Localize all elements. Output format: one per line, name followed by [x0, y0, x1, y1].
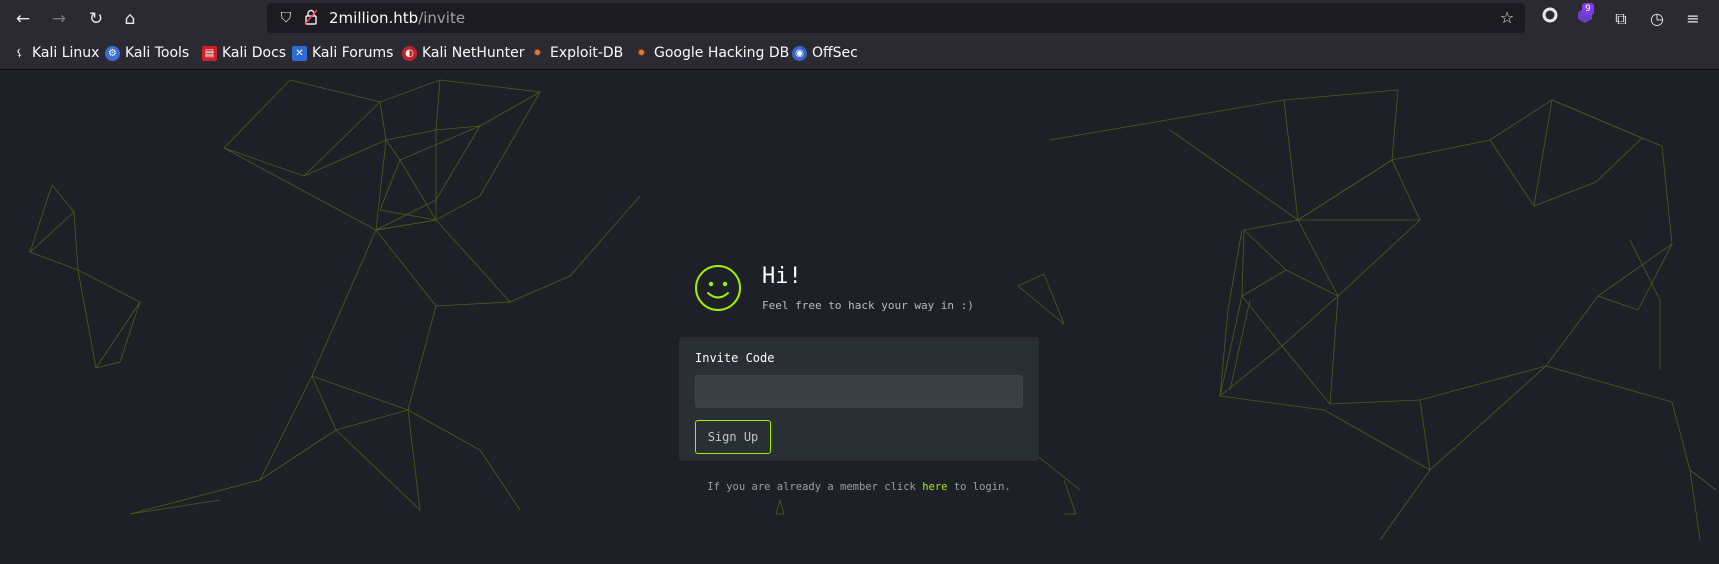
- login-prompt-prefix: If you are already a member click: [707, 481, 923, 493]
- url-host: 2million.htb: [329, 9, 419, 27]
- kali-dragon-icon: ⚸: [15, 47, 24, 59]
- bookmark-kali-linux[interactable]: ⚸ Kali Linux: [12, 44, 100, 62]
- bookmark-label: Kali Tools: [125, 45, 190, 61]
- bookmark-star-icon[interactable]: ☆: [1497, 8, 1517, 28]
- kali-forums-icon: ✕: [292, 45, 307, 61]
- bookmark-label: Kali Linux: [32, 45, 100, 61]
- bookmark-label: Kali Docs: [222, 45, 287, 61]
- hero-greeting: Hi! Feel free to hack your way in :): [694, 264, 1074, 324]
- invite-code-input[interactable]: [695, 375, 1023, 408]
- page-title: Hi!: [762, 264, 802, 289]
- invite-code-label: Invite Code: [695, 351, 775, 365]
- tracking-shield-icon[interactable]: ⛉: [277, 9, 295, 27]
- notification-badge: 9: [1582, 3, 1594, 15]
- sign-up-button[interactable]: Sign Up: [695, 420, 771, 454]
- page-content: Hi! Feel free to hack your way in :) Inv…: [0, 70, 1719, 564]
- bookmark-exploit-db[interactable]: ✹ Exploit-DB: [530, 44, 623, 62]
- back-arrow-icon[interactable]: ←: [10, 6, 36, 32]
- smiley-face-icon: [695, 265, 741, 311]
- forward-arrow-icon[interactable]: →: [46, 6, 72, 32]
- bookmark-kali-forums[interactable]: ✕ Kali Forums: [292, 44, 393, 62]
- bookmark-kali-tools[interactable]: ⚙ Kali Tools: [105, 44, 189, 62]
- bookmark-kali-nethunter[interactable]: ◐ Kali NetHunter: [402, 44, 524, 62]
- url-text[interactable]: 2million.htb/invite: [329, 9, 465, 27]
- kali-nethunter-icon: ◐: [402, 45, 417, 61]
- extensions-puzzle-icon[interactable]: ⧉: [1608, 6, 1634, 32]
- address-bar[interactable]: ⛉ 2million.htb/invite ☆: [267, 3, 1525, 33]
- bookmarks-bar: ⚸ Kali Linux ⚙ Kali Tools ▤ Kali Docs ✕ Kali…: [0, 36, 1719, 70]
- bookmark-label: Google Hacking DB: [654, 45, 790, 61]
- bookmark-google-hacking-db[interactable]: ✹ Google Hacking DB: [634, 44, 789, 62]
- insecure-lock-icon[interactable]: [302, 9, 320, 27]
- login-prompt-suffix: to login.: [947, 481, 1011, 493]
- url-path: /invite: [418, 9, 466, 27]
- exploit-db-icon: ✹: [533, 47, 542, 59]
- page-subtitle: Feel free to hack your way in :): [762, 299, 974, 312]
- bookmark-label: OffSec: [812, 45, 858, 61]
- invite-card: Invite Code Sign Up: [679, 337, 1039, 461]
- kali-docs-icon: ▤: [202, 45, 217, 61]
- extension-circle-icon[interactable]: [1537, 6, 1563, 32]
- login-link[interactable]: here: [922, 481, 947, 493]
- reload-icon[interactable]: ↻: [83, 6, 109, 32]
- offsec-icon: ◉: [792, 45, 807, 61]
- menu-hamburger-icon[interactable]: ≡: [1680, 6, 1706, 32]
- bookmark-label: Kali Forums: [312, 45, 394, 61]
- bookmark-label: Kali NetHunter: [422, 45, 525, 61]
- home-icon[interactable]: ⌂: [117, 6, 143, 32]
- browser-toolbar: ← → ↻ ⌂ ⛉ 2million.htb/invite ☆ 9 ⧉ ◷ ≡: [0, 0, 1719, 36]
- kali-tools-icon: ⚙: [105, 45, 120, 61]
- ghdb-icon: ✹: [637, 47, 646, 59]
- bookmark-offsec[interactable]: ◉ OffSec: [792, 44, 858, 62]
- bookmark-label: Exploit-DB: [550, 45, 624, 61]
- login-prompt: If you are already a member click here t…: [679, 481, 1039, 493]
- history-clock-icon[interactable]: ◷: [1644, 6, 1670, 32]
- bookmark-kali-docs[interactable]: ▤ Kali Docs: [202, 44, 286, 62]
